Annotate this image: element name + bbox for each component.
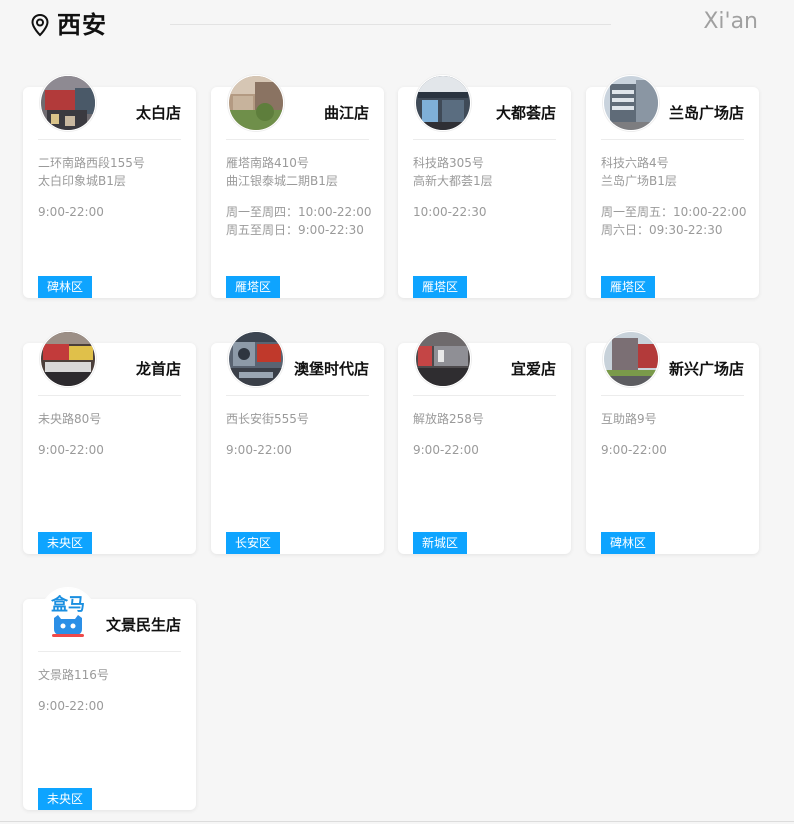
store-name: 太白店 (135, 104, 181, 122)
district-badge: 雁塔区 (413, 276, 467, 298)
card-divider (413, 139, 556, 140)
store-hours: 9:00-22:00 (38, 441, 190, 459)
hours-line: 9:00-22:00 (226, 443, 292, 457)
card-divider (38, 395, 181, 396)
store-address: 科技六路4号 兰岛广场B1层 (601, 154, 753, 190)
page-title: 西安 (57, 11, 107, 39)
header-divider (170, 24, 611, 25)
store-hours: 周一至周五：10:00-22:00 周六日：09:30-22:30 (601, 203, 753, 239)
hema-logo: 盒马 (40, 587, 96, 643)
hours-line: 9:00-22:00 (38, 205, 104, 219)
store-card[interactable]: 曲江店 雁塔南路410号 曲江银泰城二期B1层 周一至周四：10:00-22:0… (211, 75, 384, 298)
hours-line: 9:00-22:00 (601, 443, 667, 457)
store-address: 互助路9号 (601, 410, 753, 428)
store-name: 宜爱店 (510, 360, 556, 378)
store-address: 文景路116号 (38, 666, 190, 684)
address-line: 解放路258号 (413, 412, 484, 426)
store-card[interactable]: 盒马 文景民生店 文景路116号 9:00-22:00 未央区 (23, 587, 196, 810)
store-card[interactable]: 太白店 二环南路西段155号 太白印象城B1层 9:00-22:00 碑林区 (23, 75, 196, 298)
hours-line: 周六日：09:30-22:30 (601, 223, 723, 237)
address-line: 曲江银泰城二期B1层 (226, 174, 338, 188)
store-name: 大都荟店 (495, 104, 556, 122)
store-address: 二环南路西段155号 太白印象城B1层 (38, 154, 190, 190)
store-address: 雁塔南路410号 曲江银泰城二期B1层 (226, 154, 378, 190)
card-divider (38, 651, 181, 652)
storefront-photo (228, 331, 284, 387)
district-badge: 碑林区 (601, 532, 655, 554)
card-divider (413, 395, 556, 396)
card-divider (601, 139, 744, 140)
storefront-photo (603, 331, 659, 387)
district-badge: 雁塔区 (226, 276, 280, 298)
address-line: 二环南路西段155号 (38, 156, 145, 170)
district-badge: 未央区 (38, 532, 92, 554)
store-hours: 9:00-22:00 (226, 441, 378, 459)
store-address: 科技路305号 高新大都荟1层 (413, 154, 565, 190)
card-divider (38, 139, 181, 140)
store-hours: 9:00-22:00 (38, 203, 190, 221)
store-hours: 周一至周四：10:00-22:00 周五至周日：9:00-22:30 (226, 203, 378, 239)
hours-line: 9:00-22:00 (413, 443, 479, 457)
hours-line: 周五至周日：9:00-22:30 (226, 223, 364, 237)
address-line: 互助路9号 (601, 412, 657, 426)
address-line: 西长安街555号 (226, 412, 309, 426)
district-badge: 碑林区 (38, 276, 92, 298)
district-badge: 未央区 (38, 788, 92, 810)
store-card[interactable]: 澳堡时代店 西长安街555号 9:00-22:00 长安区 (211, 331, 384, 554)
storefront-photo (40, 331, 96, 387)
store-name: 文景民生店 (105, 616, 181, 634)
store-card[interactable]: 大都荟店 科技路305号 高新大都荟1层 10:00-22:30 雁塔区 (398, 75, 571, 298)
store-hours: 9:00-22:00 (38, 697, 190, 715)
address-line: 兰岛广场B1层 (601, 174, 677, 188)
store-hours: 9:00-22:00 (413, 441, 565, 459)
hours-line: 9:00-22:00 (38, 443, 104, 457)
store-card[interactable]: 新兴广场店 互助路9号 9:00-22:00 碑林区 (586, 331, 759, 554)
hours-line: 10:00-22:30 (413, 205, 487, 219)
bottom-divider (0, 821, 794, 822)
store-address: 解放路258号 (413, 410, 565, 428)
hours-line: 周一至周四：10:00-22:00 (226, 205, 372, 219)
store-name: 新兴广场店 (668, 360, 744, 378)
page-header: 西安 Xi'an (0, 0, 794, 56)
store-name: 龙首店 (135, 360, 181, 378)
card-divider (601, 395, 744, 396)
store-card[interactable]: 宜爱店 解放路258号 9:00-22:00 新城区 (398, 331, 571, 554)
storefront-photo (603, 75, 659, 131)
address-line: 太白印象城B1层 (38, 174, 126, 188)
address-line: 文景路116号 (38, 668, 109, 682)
card-divider (226, 139, 369, 140)
store-hours: 9:00-22:00 (601, 441, 753, 459)
location-pin-icon (31, 13, 49, 37)
address-line: 未央路80号 (38, 412, 102, 426)
storefront-photo (415, 75, 471, 131)
store-address: 未央路80号 (38, 410, 190, 428)
district-badge: 长安区 (226, 532, 280, 554)
storefront-photo (228, 75, 284, 131)
address-line: 高新大都荟1层 (413, 174, 493, 188)
hours-line: 9:00-22:00 (38, 699, 104, 713)
storefront-photo (415, 331, 471, 387)
hours-line: 周一至周五：10:00-22:00 (601, 205, 747, 219)
address-line: 科技路305号 (413, 156, 484, 170)
district-badge: 新城区 (413, 532, 467, 554)
storefront-photo (40, 75, 96, 131)
store-hours: 10:00-22:30 (413, 203, 565, 221)
store-card[interactable]: 龙首店 未央路80号 9:00-22:00 未央区 (23, 331, 196, 554)
store-name: 兰岛广场店 (668, 104, 744, 122)
logo-wordmark: 盒马 (50, 594, 85, 615)
city-english-name: Xi'an (703, 9, 758, 34)
address-line: 雁塔南路410号 (226, 156, 309, 170)
store-name: 曲江店 (323, 104, 369, 122)
store-name: 澳堡时代店 (293, 360, 369, 378)
store-address: 西长安街555号 (226, 410, 378, 428)
district-badge: 雁塔区 (601, 276, 655, 298)
address-line: 科技六路4号 (601, 156, 669, 170)
store-card[interactable]: 兰岛广场店 科技六路4号 兰岛广场B1层 周一至周五：10:00-22:00 周… (586, 75, 759, 298)
card-divider (226, 395, 369, 396)
